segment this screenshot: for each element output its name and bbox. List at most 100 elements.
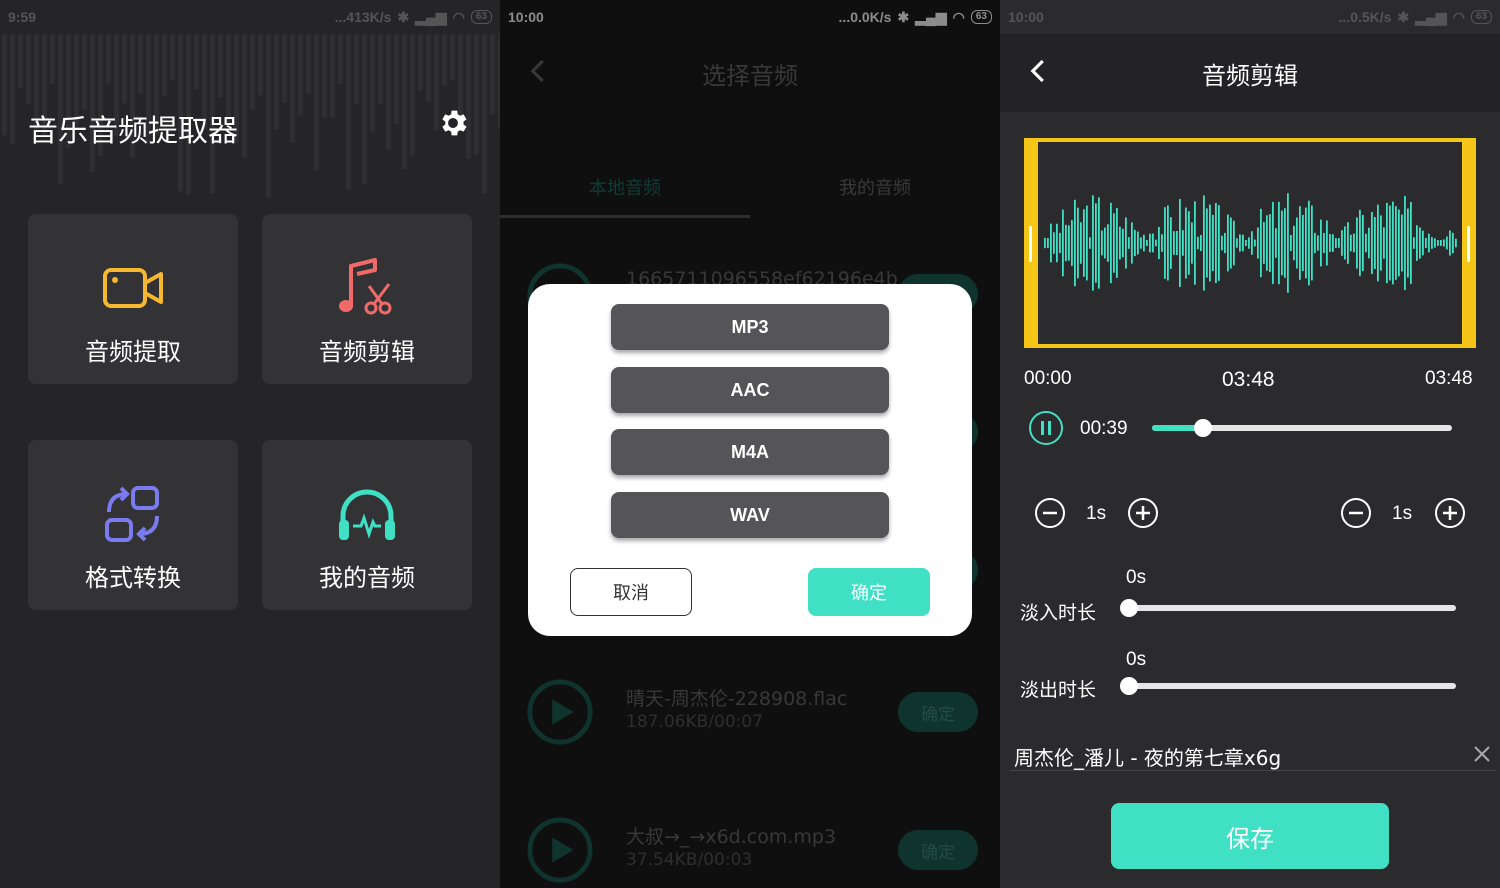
waveform-bar bbox=[1440, 240, 1442, 246]
format-option-wav[interactable]: WAV bbox=[611, 492, 889, 538]
waveform-bar bbox=[1227, 214, 1229, 272]
fade-out-knob[interactable] bbox=[1120, 677, 1138, 695]
waveform-bar bbox=[1359, 209, 1361, 277]
waveform-bar bbox=[1371, 211, 1373, 275]
waveform-bar bbox=[1383, 227, 1385, 259]
waveform-bar bbox=[1146, 240, 1148, 246]
equalizer-bar bbox=[250, 34, 255, 110]
waveform-bar bbox=[1107, 224, 1109, 262]
waveform-bar bbox=[1410, 201, 1412, 285]
waveform-bar bbox=[1329, 233, 1331, 253]
waveform-bar bbox=[1275, 228, 1277, 258]
format-option-m4a[interactable]: M4A bbox=[611, 429, 889, 475]
waveform-bar bbox=[1053, 232, 1055, 254]
fade-out-value: 0s bbox=[1126, 649, 1147, 670]
gear-icon[interactable] bbox=[436, 106, 470, 140]
waveform-bar bbox=[1131, 222, 1133, 264]
waveform-bar bbox=[1248, 237, 1250, 249]
page-title: 音频剪辑 bbox=[1202, 62, 1298, 90]
waveform-bar bbox=[1305, 207, 1307, 279]
filename-input[interactable]: 周杰伦_潘儿 - 夜的第七章x6g bbox=[1014, 742, 1281, 771]
waveform-bar bbox=[1140, 237, 1142, 249]
plus-icon[interactable] bbox=[1127, 497, 1159, 529]
fade-in-knob[interactable] bbox=[1120, 599, 1138, 617]
close-icon[interactable] bbox=[1470, 742, 1494, 766]
minus-icon[interactable] bbox=[1034, 497, 1066, 529]
equalizer-bar bbox=[242, 34, 247, 158]
pause-icon[interactable] bbox=[1028, 410, 1064, 446]
equalizer-bar bbox=[10, 34, 15, 145]
bluetooth-icon: ✱ bbox=[1397, 8, 1410, 25]
waveform-bar bbox=[1062, 209, 1064, 277]
waveform-bar bbox=[1110, 202, 1112, 284]
waveform-bar bbox=[1197, 236, 1199, 250]
signal-icon: ▂▄▆ bbox=[1415, 8, 1447, 25]
waveform-bar bbox=[1407, 208, 1409, 278]
waveform-bar bbox=[1245, 240, 1247, 246]
equalizer-bar bbox=[162, 34, 167, 97]
equalizer-bar bbox=[426, 34, 431, 102]
waveform-bar bbox=[1443, 239, 1445, 247]
equalizer-bar bbox=[354, 34, 359, 104]
waveform-bar bbox=[1422, 230, 1424, 256]
plus-icon[interactable] bbox=[1434, 497, 1466, 529]
waveform-bar bbox=[1224, 232, 1226, 254]
waveform-bar bbox=[1191, 222, 1193, 264]
waveform-bar bbox=[1401, 214, 1403, 272]
confirm-button[interactable]: 确定 bbox=[808, 568, 930, 616]
tile-audio-edit[interactable]: 音频剪辑 bbox=[262, 214, 472, 384]
waveform-bar bbox=[1122, 228, 1124, 258]
waveform-selection[interactable] bbox=[1024, 138, 1476, 348]
tile-format-convert[interactable]: 格式转换 bbox=[28, 440, 238, 610]
waveform-bar bbox=[1173, 231, 1175, 255]
equalizer-bar bbox=[410, 34, 415, 156]
playback-knob[interactable] bbox=[1194, 419, 1212, 437]
waveform-bar bbox=[1290, 234, 1292, 252]
format-option-aac[interactable]: AAC bbox=[611, 367, 889, 413]
fade-out-slider[interactable] bbox=[1128, 683, 1456, 689]
save-button[interactable]: 保存 bbox=[1111, 803, 1389, 869]
equalizer-bar bbox=[322, 34, 327, 118]
waveform-bar bbox=[1266, 215, 1268, 271]
equalizer-bar bbox=[50, 34, 55, 84]
waveform-bar bbox=[1233, 220, 1235, 266]
fade-in-slider[interactable] bbox=[1128, 605, 1456, 611]
waveform-bar bbox=[1092, 195, 1094, 291]
fade-out-label: 淡出时长 bbox=[1020, 679, 1097, 701]
waveform-bar bbox=[1161, 234, 1163, 252]
waveform-bar bbox=[1104, 227, 1106, 259]
battery-icon: 63 bbox=[1470, 10, 1492, 24]
equalizer-bar bbox=[282, 34, 287, 104]
equalizer-bar bbox=[378, 34, 383, 104]
waveform-bar bbox=[1056, 223, 1058, 263]
equalizer-bar bbox=[466, 34, 471, 160]
waveform-bar bbox=[1188, 211, 1190, 275]
equalizer-bar bbox=[170, 34, 175, 81]
minus-icon[interactable] bbox=[1340, 497, 1372, 529]
equalizer-bar bbox=[194, 34, 199, 90]
equalizer-bar bbox=[298, 34, 303, 116]
cancel-button[interactable]: 取消 bbox=[570, 568, 692, 616]
tile-label: 音频剪辑 bbox=[319, 338, 415, 366]
left-trim-handle[interactable] bbox=[1029, 226, 1032, 262]
waveform-bar bbox=[1446, 236, 1448, 250]
tile-audio-extract[interactable]: 音频提取 bbox=[28, 214, 238, 384]
equalizer-bar bbox=[394, 34, 399, 125]
right-trim-handle[interactable] bbox=[1467, 226, 1470, 262]
bluetooth-icon: ✱ bbox=[397, 8, 410, 25]
format-option-mp3[interactable]: MP3 bbox=[611, 304, 889, 350]
waveform-bar bbox=[1425, 238, 1427, 248]
waveform-bar bbox=[1221, 235, 1223, 251]
end-step-value: 1s bbox=[1392, 503, 1413, 524]
tile-label: 我的音频 bbox=[319, 564, 415, 592]
equalizer-bar bbox=[362, 34, 367, 185]
tile-label: 音频提取 bbox=[85, 338, 181, 366]
select-audio-screen: 选择音频 10:00 ...0.0K/s ✱ ▂▄▆ ◠ 63 本地音频 我的音… bbox=[500, 0, 1000, 888]
tile-my-audio[interactable]: 我的音频 bbox=[262, 440, 472, 610]
waveform-bar bbox=[1362, 214, 1364, 272]
equalizer-bar bbox=[138, 34, 143, 94]
waveform-bar bbox=[1398, 209, 1400, 277]
equalizer-bar bbox=[90, 34, 95, 172]
equalizer-bar bbox=[346, 34, 351, 190]
waveform-bar bbox=[1260, 208, 1262, 278]
